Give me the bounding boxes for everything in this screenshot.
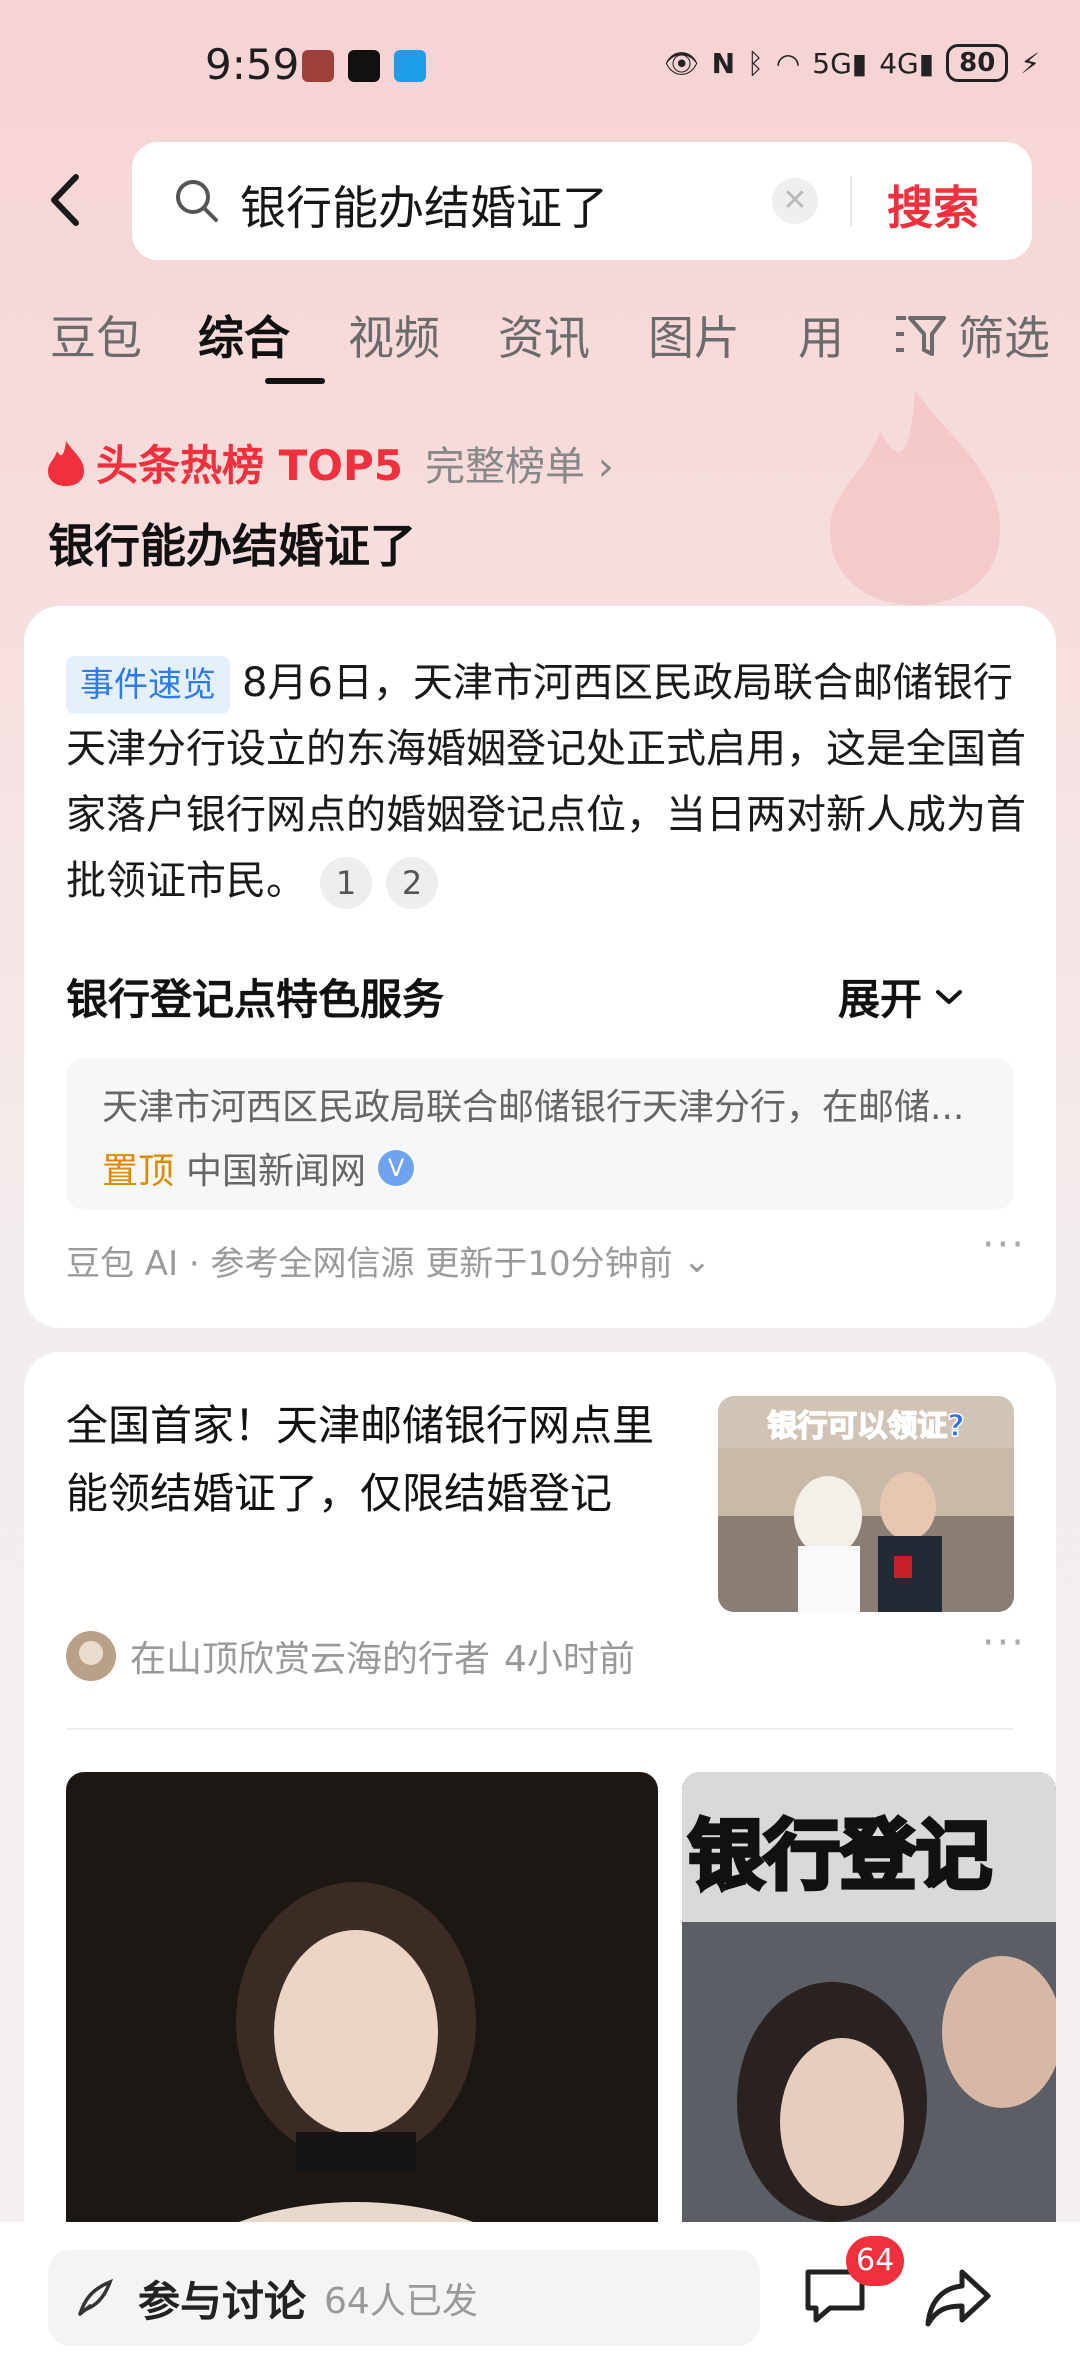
news-meta: 在山顶欣赏云海的行者 4小时前: [66, 1630, 635, 1682]
active-tab-indicator: [265, 378, 325, 384]
filter-icon: [896, 316, 946, 356]
source-name: 中国新闻网: [186, 1151, 367, 1192]
search-button[interactable]: 搜索: [887, 172, 979, 238]
ai-summary-card: 事件速览 8月6日，天津市河西区民政局联合邮储银行天津分行设立的东海婚姻登记处正式…: [24, 606, 1056, 1328]
filter-label: 筛选: [958, 311, 1050, 365]
filter-button[interactable]: 筛选: [894, 302, 1050, 368]
tab-comprehensive[interactable]: 综合: [198, 302, 290, 368]
divider: [66, 1728, 1014, 1730]
thumbnail-caption: 银行可以领证?: [767, 1409, 964, 1444]
nfc-icon: N: [711, 46, 736, 80]
back-arrow-icon[interactable]: [40, 165, 100, 235]
ai-footer-text: 豆包 AI · 参考全网信源 更新于10分钟前: [66, 1244, 673, 1284]
expand-label: 展开: [837, 975, 922, 1024]
discuss-count: 64人已发: [324, 2281, 478, 2322]
divider: [850, 176, 852, 226]
source-snippet[interactable]: 天津市河西区民政局联合邮储银行天津分行，在邮储... 置顶 中国新闻网 V: [66, 1058, 1014, 1210]
tab-news[interactable]: 资讯: [498, 302, 590, 368]
flame-decoration: [830, 390, 1000, 605]
avatar[interactable]: [66, 1631, 116, 1681]
full-list-link[interactable]: 完整榜单 ›: [425, 434, 614, 492]
signal-5g-icon: 5G▮: [812, 46, 868, 80]
hot-list-header[interactable]: 头条热榜 TOP5 完整榜单 ›: [46, 432, 614, 493]
charging-icon: ⚡: [1020, 46, 1040, 80]
app-notification-icon: [348, 50, 380, 82]
app-notification-icon: [302, 50, 334, 82]
citation-2[interactable]: 2: [386, 857, 438, 909]
eye-icon: 👁: [664, 46, 700, 80]
tab-user[interactable]: 用: [798, 302, 844, 368]
citation-1[interactable]: 1: [320, 857, 372, 909]
bottom-bar: 参与讨论 64人已发 64: [0, 2222, 1080, 2376]
snippet-text: 天津市河西区民政局联合邮储银行天津分行，在邮储...: [102, 1087, 965, 1128]
search-icon: [176, 180, 218, 222]
ai-footer[interactable]: 豆包 AI · 参考全网信源 更新于10分钟前 ⌄: [66, 1236, 711, 1285]
clear-icon[interactable]: ✕: [772, 178, 818, 224]
news-title[interactable]: 全国首家！天津邮储银行网点里能领结婚证了，仅限结婚登记: [66, 1392, 666, 1528]
verified-icon: V: [378, 1150, 415, 1186]
snippet-meta: 置顶 中国新闻网 V: [102, 1142, 415, 1194]
bluetooth-icon: ᛒ: [747, 46, 764, 80]
status-indicators: 👁 N ᛒ ◠ 5G▮ 4G▮ 80 ⚡: [664, 44, 1040, 82]
post-time: 4小时前: [504, 1639, 635, 1680]
search-input[interactable]: 银行能办结婚证了: [240, 172, 608, 238]
news-thumbnail[interactable]: 银行可以领证?: [718, 1396, 1014, 1612]
search-box[interactable]: 银行能办结婚证了 ✕ 搜索: [132, 142, 1032, 260]
battery-icon: 80: [946, 44, 1009, 82]
discuss-label: 参与讨论: [138, 2276, 307, 2326]
pinned-label: 置顶: [102, 1151, 175, 1192]
pen-icon: [78, 2278, 114, 2316]
tab-video[interactable]: 视频: [348, 302, 440, 368]
video-caption: 银行登记: [688, 1811, 992, 1900]
app-notification-icon: [394, 50, 426, 82]
section-title: 银行登记点特色服务: [66, 975, 445, 1024]
event-tag: 事件速览: [66, 656, 230, 714]
tab-images[interactable]: 图片: [648, 302, 740, 368]
wifi-icon: ◠: [775, 46, 801, 80]
comment-count-badge: 64: [846, 2236, 905, 2286]
author-name[interactable]: 在山顶欣赏云海的行者: [130, 1630, 490, 1682]
chevron-down-icon: ⌄: [682, 1240, 712, 1281]
status-bar: 9:59 👁 N ᛒ ◠ 5G▮ 4G▮ 80 ⚡: [0, 0, 1080, 130]
ai-summary: 事件速览 8月6日，天津市河西区民政局联合邮储银行天津分行设立的东海婚姻登记处正式…: [66, 650, 1026, 914]
signal-4g-icon: 4G▮: [879, 46, 935, 80]
fire-icon: [48, 440, 84, 486]
more-icon[interactable]: ···: [982, 1620, 1026, 1666]
discussion-input[interactable]: 参与讨论 64人已发: [48, 2250, 760, 2346]
share-icon[interactable]: [922, 2264, 994, 2330]
chevron-down-icon: [936, 989, 962, 1004]
expand-button[interactable]: 展开: [838, 966, 964, 1027]
tab-doubao[interactable]: 豆包: [50, 302, 142, 368]
hot-query-title: 银行能办结婚证了: [48, 519, 416, 573]
status-time: 9:59: [205, 40, 300, 89]
search-tabs: 豆包 综合 视频 资讯 图片 用 筛选: [50, 302, 1050, 392]
hot-list-title: 头条热榜 TOP5: [96, 441, 403, 490]
more-icon[interactable]: ···: [982, 1222, 1026, 1268]
